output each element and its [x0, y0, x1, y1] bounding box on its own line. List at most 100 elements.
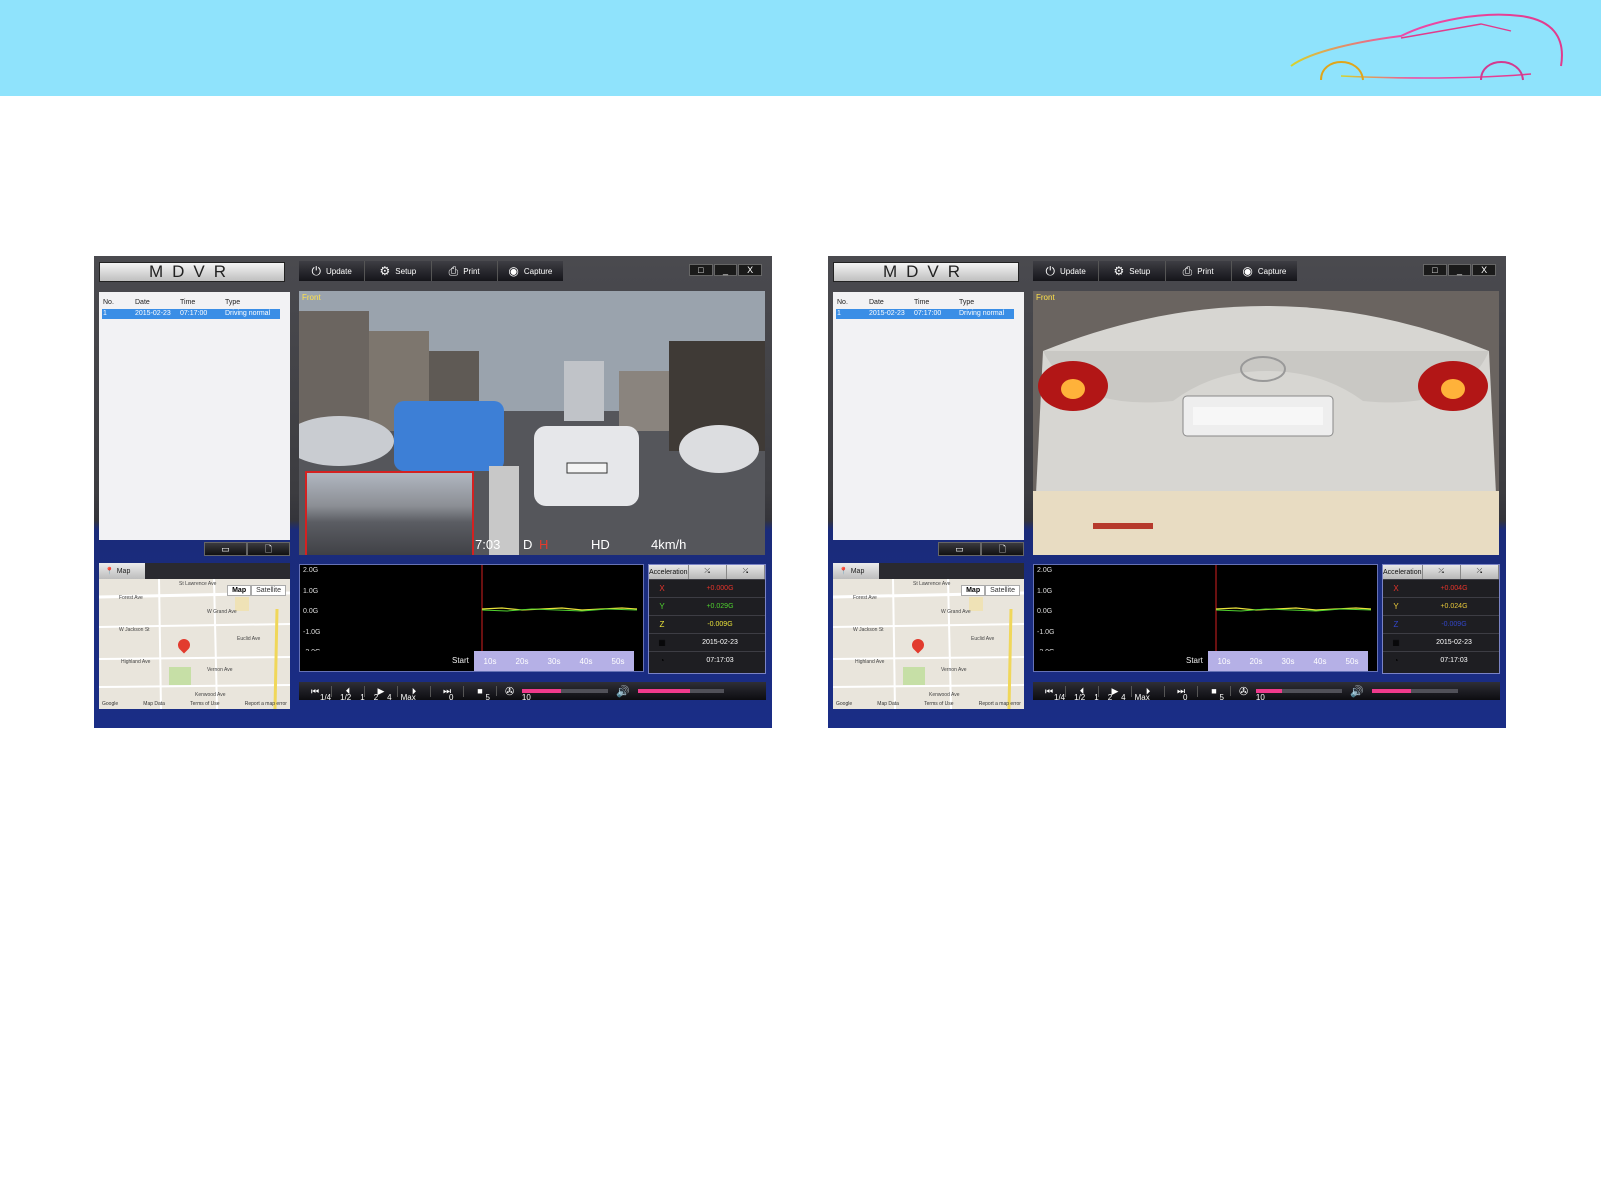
toolbar-label: Print: [463, 266, 480, 276]
acceleration-tab[interactable]: Acceleration: [1383, 565, 1423, 579]
osd-h: H: [539, 537, 549, 552]
street-label: W Jackson St: [119, 627, 150, 633]
map-canvas[interactable]: St Lawrence Ave Forest Ave W Grand Ave W Ja…: [98, 578, 291, 710]
file-button[interactable]: 🗋: [247, 542, 290, 556]
timeline-scale[interactable]: 10s 20s 30s 40s 50s: [1208, 651, 1368, 671]
speed-label: 1/4: [1054, 693, 1066, 702]
car-rear-scene: [1033, 291, 1499, 555]
capture-button[interactable]: ◉ Capture: [498, 261, 563, 281]
map-footer-link[interactable]: Map Data: [877, 701, 899, 707]
axis-value: +0.000G: [706, 585, 734, 592]
map-panel[interactable]: 📍 Map St Lawrence Ave Forest Ave W Grand Ave…: [98, 563, 291, 710]
maximize-button[interactable]: □: [1423, 264, 1447, 276]
street-label: St Lawrence Ave: [179, 581, 217, 587]
map-footer-link[interactable]: Report a map error: [245, 701, 287, 707]
speed-gauge-icon[interactable]: ⤯: [1423, 565, 1461, 579]
map-type-satellite[interactable]: Satellite: [251, 585, 286, 596]
setup-button[interactable]: ⚙ Setup: [1099, 261, 1166, 281]
volume-slider[interactable]: [1371, 689, 1458, 693]
gsensor-tick-label: 0.0G: [1037, 608, 1053, 615]
map-type-satellite[interactable]: Satellite: [985, 585, 1020, 596]
column-header[interactable]: Time: [914, 299, 959, 309]
street-label: Highland Ave: [121, 659, 151, 665]
gsensor-tick-label: 1.0G: [1037, 587, 1053, 595]
update-button[interactable]: ⏻ Update: [1033, 261, 1100, 281]
street-label: Euclid Ave: [237, 636, 261, 642]
volume-slider-fill: [637, 689, 690, 693]
car-logo-icon: [1290, 13, 1563, 81]
timeline-scale[interactable]: 10s 20s 30s 40s 50s: [474, 651, 634, 671]
gsensor-tick-label: 1.0G: [303, 587, 319, 595]
setup-button[interactable]: ⚙ Setup: [365, 261, 432, 281]
timeline-strip[interactable]: Start 10s 20s 30s 40s 50s: [300, 651, 643, 671]
gsensor-tick-label: 2.0G: [303, 567, 319, 574]
map-type-map[interactable]: Map: [227, 585, 252, 596]
speed-gauge-icon[interactable]: ⤯: [689, 565, 727, 579]
tab-map[interactable]: 📍 Map: [99, 563, 145, 579]
close-button[interactable]: X: [738, 264, 763, 276]
tab-map[interactable]: 📍 Map: [833, 563, 879, 579]
mdvr-window-left: MDVR ⏻ Update ⚙ Setup ⎙ Print ◉ Capture □ _ X No. Dat…: [94, 256, 772, 728]
volume-label: 5: [485, 693, 490, 702]
speed-scale: 1/4 1/2 1 2 4 Max: [1054, 693, 1150, 702]
print-button[interactable]: ⎙ Print: [432, 261, 498, 281]
video-view[interactable]: Front: [1033, 291, 1499, 555]
backup-button[interactable]: ▭: [938, 542, 981, 556]
list-actions: ▭ 🗋: [204, 542, 290, 556]
print-button[interactable]: ⎙ Print: [1166, 261, 1232, 281]
column-header[interactable]: Type: [225, 299, 290, 309]
map-canvas[interactable]: St Lawrence Ave Forest Ave W Grand Ave W Ja…: [832, 578, 1025, 710]
street-label: Forest Ave: [853, 595, 877, 601]
capture-button[interactable]: ◉ Capture: [1232, 261, 1297, 281]
volume-label: 0: [449, 693, 454, 702]
osd-d: D: [523, 537, 533, 552]
volume-slider[interactable]: [637, 689, 724, 693]
column-header[interactable]: No.: [837, 299, 869, 309]
map-pin-icon: 📍: [105, 568, 114, 575]
map-type-map[interactable]: Map: [961, 585, 986, 596]
update-button[interactable]: ⏻ Update: [299, 261, 366, 281]
maximize-button[interactable]: □: [689, 264, 713, 276]
acceleration-row: Y +0.024G: [1383, 597, 1499, 615]
close-button[interactable]: X: [1472, 264, 1497, 276]
axis-key: X: [1393, 584, 1399, 593]
timeline-tick: 20s: [515, 656, 529, 666]
column-header[interactable]: Date: [135, 299, 180, 309]
map-tab-label: Map: [116, 567, 131, 575]
minimize-button[interactable]: _: [1447, 264, 1472, 276]
gsensor-graph: 2.0G1.0G0.0G-1.0G-2.0GStart10s20s30s40s5…: [1033, 564, 1378, 672]
column-header[interactable]: Time: [180, 299, 225, 309]
map-footer-link[interactable]: Report a map error: [979, 701, 1021, 707]
map-footer-link[interactable]: Map Data: [143, 701, 165, 707]
timeline-strip[interactable]: Start 10s 20s 30s 40s 50s: [1034, 651, 1377, 671]
column-header[interactable]: Date: [869, 299, 914, 309]
map-panel[interactable]: 📍 Map St Lawrence Ave Forest Ave W Grand Ave…: [832, 563, 1025, 710]
event-row[interactable]: 1 2015-02-23 07:17:00 Driving normal: [102, 309, 280, 319]
backup-button[interactable]: ▭: [204, 542, 247, 556]
record-date: 2015-02-23: [702, 639, 738, 646]
map-footer: Google Map Data Terms of Use Report a map e…: [102, 701, 287, 707]
street-label: Vernon Ave: [207, 667, 233, 673]
minimize-button[interactable]: _: [713, 264, 738, 276]
record-time: 07:17:03: [1440, 657, 1468, 664]
volume-label: 0: [1183, 693, 1188, 702]
speed-slider[interactable]: [1256, 689, 1343, 693]
video-view[interactable]: Front 7:03 D H HD 4km/h: [299, 291, 765, 555]
gps-gauge-icon[interactable]: ⤯: [727, 565, 765, 579]
event-cell: Driving normal: [959, 310, 1005, 317]
column-header[interactable]: No.: [103, 299, 135, 309]
speed-slider[interactable]: [522, 689, 609, 693]
event-row[interactable]: 1 2015-02-23 07:17:00 Driving normal: [836, 309, 1014, 319]
column-header[interactable]: Type: [959, 299, 1024, 309]
pip-camera-view[interactable]: [305, 471, 474, 555]
acceleration-tab[interactable]: Acceleration: [649, 565, 689, 579]
axis-key: Y: [659, 602, 665, 611]
map-pin-icon: 📍: [839, 568, 848, 575]
gps-gauge-icon[interactable]: ⤯: [1461, 565, 1499, 579]
toolbar-label: Capture: [1257, 266, 1287, 276]
axis-key: Z: [1393, 620, 1399, 629]
file-button[interactable]: 🗋: [981, 542, 1024, 556]
map-footer-link[interactable]: Terms of Use: [190, 701, 219, 707]
map-footer-link[interactable]: Terms of Use: [924, 701, 953, 707]
axis-value: -0.009G: [707, 621, 733, 628]
